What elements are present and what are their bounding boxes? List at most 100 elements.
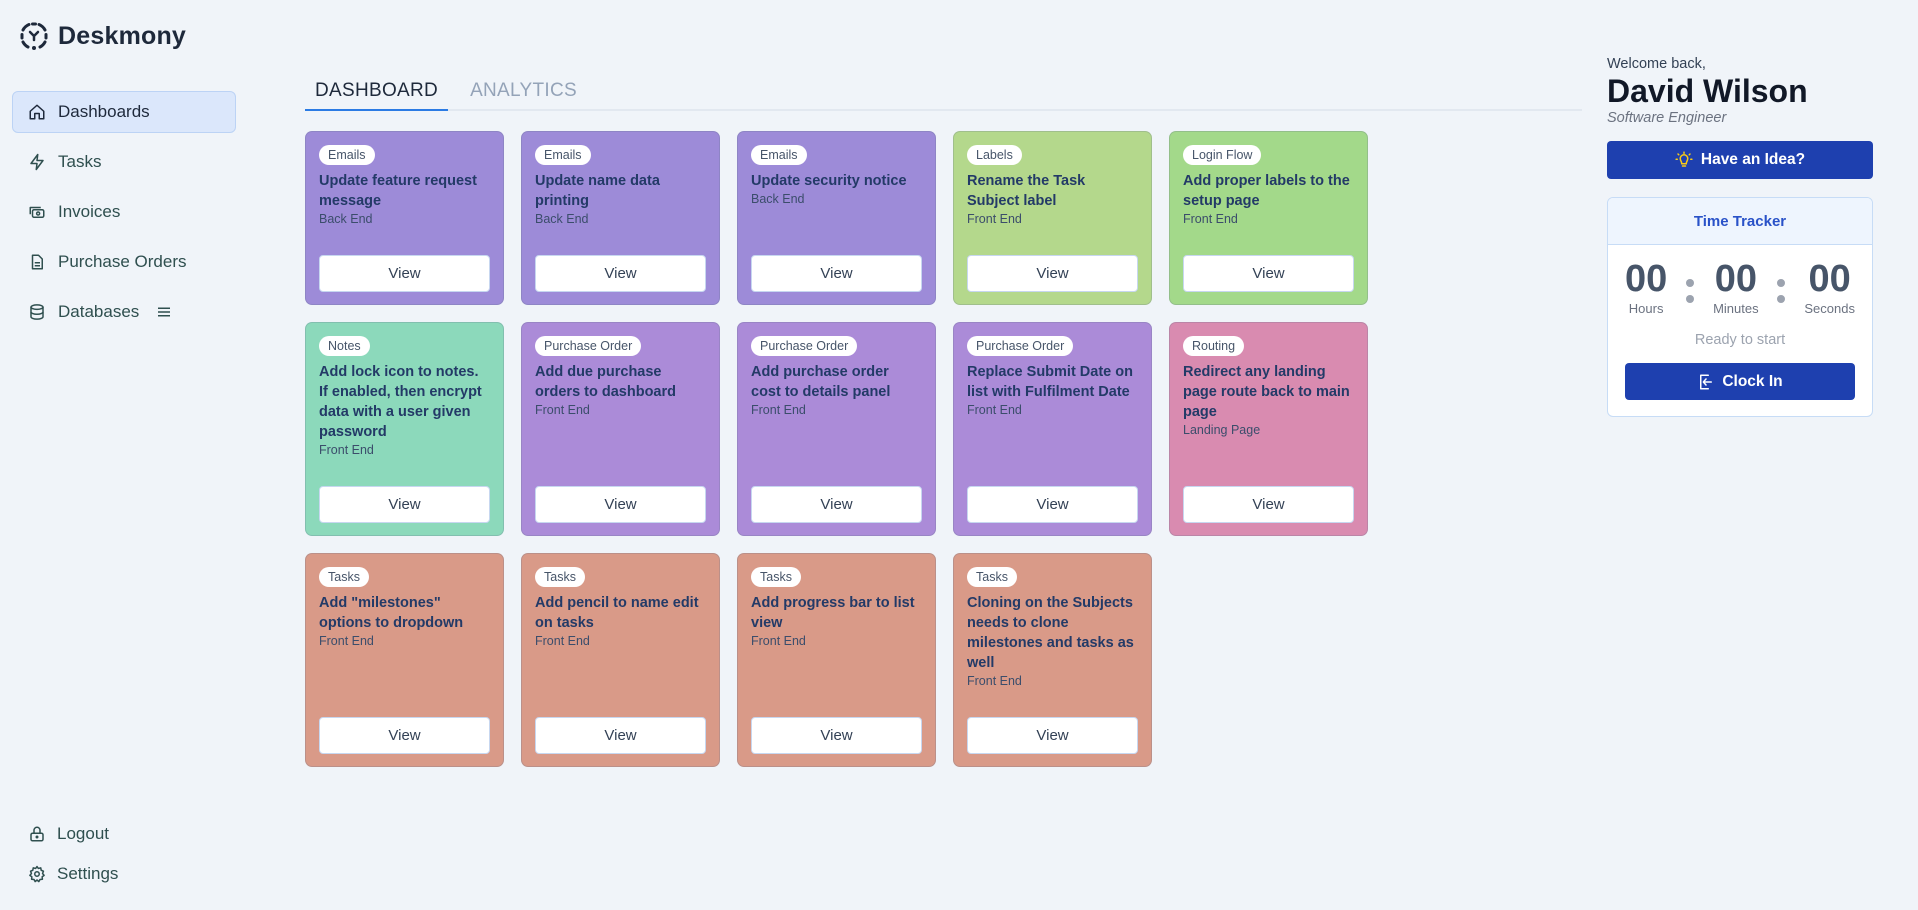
task-card: Tasks Add pencil to name edit on tasks Fro… <box>521 553 720 767</box>
have-an-idea-label: Have an Idea? <box>1700 151 1806 168</box>
card-subtitle: Front End <box>967 674 1022 688</box>
menu-icon[interactable] <box>155 303 173 321</box>
logo-icon <box>20 22 48 50</box>
card-title: Add "milestones" options to dropdown <box>319 595 464 631</box>
card-tag: Notes <box>319 336 370 356</box>
tab-analytics[interactable]: ANALYTICS <box>460 76 587 111</box>
sidebar-item-label: Tasks <box>58 152 102 171</box>
user-panel: Welcome back, David Wilson Software Engi… <box>1607 56 1873 417</box>
card-tag: Tasks <box>967 567 1017 587</box>
clock-in-label: Clock In <box>1722 372 1783 390</box>
document-icon <box>31 254 43 270</box>
card-tag: Purchase Order <box>967 336 1074 356</box>
welcome-text: Welcome back, <box>1607 56 1706 72</box>
card-subtitle: Back End <box>319 212 373 226</box>
card-subtitle: Front End <box>967 212 1022 226</box>
card-tag: Login Flow <box>1183 145 1262 165</box>
lock-icon <box>30 826 44 842</box>
sidebar-item-label: Purchase Orders <box>58 252 187 271</box>
logout-button[interactable]: Logout <box>28 821 118 847</box>
card-title: Update security notice <box>751 173 907 189</box>
card-subtitle: Landing Page <box>1183 423 1261 437</box>
login-icon <box>1700 374 1713 389</box>
gear-icon <box>29 865 45 883</box>
view-button[interactable]: View <box>967 255 1138 292</box>
view-button[interactable]: View <box>319 255 490 292</box>
view-button[interactable]: View <box>535 255 706 292</box>
settings-label: Settings <box>57 864 119 883</box>
card-tag: Tasks <box>751 567 801 587</box>
task-card: Emails Update name data printing Back End V… <box>521 131 720 305</box>
card-subtitle: Front End <box>535 403 590 417</box>
card-tag: Tasks <box>535 567 585 587</box>
minutes-value: 00 <box>1714 258 1757 300</box>
seconds-label: Seconds <box>1804 301 1855 316</box>
card-title: Add purchase order cost to details panel <box>751 364 891 400</box>
database-icon <box>30 304 44 320</box>
card-tag: Purchase Order <box>751 336 858 356</box>
hours-value: 00 <box>1625 258 1668 300</box>
view-button[interactable]: View <box>535 486 706 523</box>
cash-icon <box>29 206 45 218</box>
sidebar-item-label: Invoices <box>58 202 121 221</box>
main-tabs: DASHBOARD ANALYTICS <box>305 76 1582 111</box>
card-subtitle: Front End <box>319 634 374 648</box>
timer-hours: 00 Hours <box>1625 259 1667 316</box>
card-subtitle: Front End <box>319 443 374 457</box>
view-button[interactable]: View <box>751 486 922 523</box>
sidebar-bottom-nav: Logout Settings <box>28 821 118 901</box>
card-title: Update feature request message <box>319 173 477 209</box>
lightning-icon <box>30 153 44 171</box>
timer-separator <box>1777 259 1786 303</box>
view-button[interactable]: View <box>1183 255 1354 292</box>
logo[interactable]: Deskmony <box>19 21 186 51</box>
have-an-idea-button[interactable]: Have an Idea? <box>1607 141 1873 179</box>
view-button[interactable]: View <box>535 717 706 754</box>
sidebar-nav: Dashboards Tasks Invoices Purchase Order… <box>12 91 236 341</box>
settings-button[interactable]: Settings <box>28 861 118 887</box>
sidebar-item-dashboards[interactable]: Dashboards <box>12 91 236 133</box>
task-card: Emails Update feature request message Back… <box>305 131 504 305</box>
card-tag: Labels <box>967 145 1022 165</box>
sidebar-item-tasks[interactable]: Tasks <box>12 141 236 183</box>
timer-minutes: 00 Minutes <box>1713 259 1759 316</box>
task-card: Purchase Order Add due purchase orders to… <box>521 322 720 536</box>
card-tag: Emails <box>535 145 591 165</box>
user-role: Software Engineer <box>1607 110 1727 126</box>
sidebar: Deskmony Dashboards Tasks Invoices Purch… <box>0 0 250 910</box>
lightbulb-icon <box>1675 151 1693 167</box>
time-tracker-title: Time Tracker <box>1608 198 1872 245</box>
timer-seconds: 00 Seconds <box>1804 259 1855 316</box>
card-subtitle: Back End <box>751 192 805 206</box>
task-card: Notes Add lock icon to notes. If enabled,… <box>305 322 504 536</box>
tab-dashboard[interactable]: DASHBOARD <box>305 76 449 111</box>
app-root: Deskmony Dashboards Tasks Invoices Purch… <box>0 0 1918 910</box>
view-button[interactable]: View <box>1183 486 1354 523</box>
view-button[interactable]: View <box>751 255 922 292</box>
card-subtitle: Front End <box>535 634 590 648</box>
card-subtitle: Front End <box>1183 212 1238 226</box>
view-button[interactable]: View <box>967 717 1138 754</box>
card-tag: Emails <box>319 145 375 165</box>
view-button[interactable]: View <box>319 717 490 754</box>
hours-label: Hours <box>1628 301 1664 316</box>
card-tag: Emails <box>751 145 807 165</box>
view-button[interactable]: View <box>751 717 922 754</box>
task-card: Purchase Order Replace Submit Date on lis… <box>953 322 1152 536</box>
card-subtitle: Front End <box>751 634 806 648</box>
clock-in-button[interactable]: Clock In <box>1625 363 1855 400</box>
card-title: Add progress bar to list view <box>751 595 915 631</box>
task-card: Purchase Order Add purchase order cost to… <box>737 322 936 536</box>
logout-label: Logout <box>57 824 109 843</box>
view-button[interactable]: View <box>319 486 490 523</box>
task-card: Login Flow Add proper labels to the setup… <box>1169 131 1368 305</box>
tracker-status: Ready to start <box>1694 332 1786 348</box>
timer-separator <box>1686 259 1695 303</box>
sidebar-item-purchase-orders[interactable]: Purchase Orders <box>12 241 236 283</box>
card-title: Cloning on the Subjects needs to clone m… <box>967 595 1134 671</box>
task-card: Tasks Cloning on the Subjects needs to cl… <box>953 553 1152 767</box>
view-button[interactable]: View <box>967 486 1138 523</box>
time-tracker: Time Tracker 00 Hours 00 Minutes 00 Seco… <box>1607 197 1873 417</box>
sidebar-item-databases[interactable]: Databases <box>12 291 236 333</box>
sidebar-item-invoices[interactable]: Invoices <box>12 191 236 233</box>
